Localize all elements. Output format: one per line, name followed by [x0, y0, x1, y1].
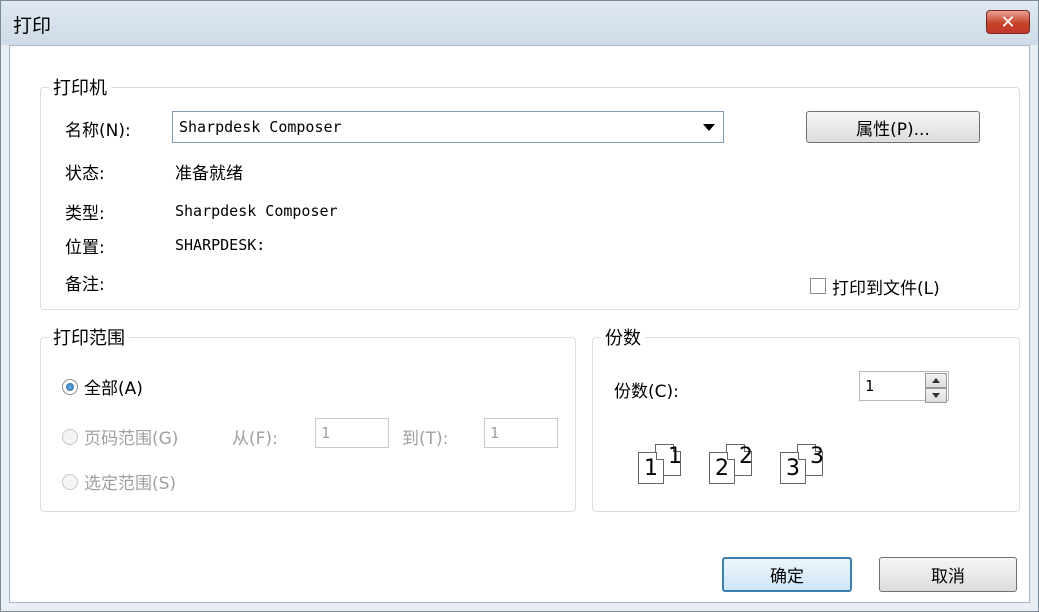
cancel-button-label: 取消: [931, 567, 965, 587]
selection-radio[interactable]: [62, 474, 78, 490]
to-page-input[interactable]: 1: [484, 418, 558, 448]
page-range-radio[interactable]: [62, 429, 78, 445]
from-page-value: 1: [321, 424, 331, 442]
title-bar[interactable]: 打印 ✕: [1, 1, 1038, 45]
collate-page-number: 1: [644, 456, 658, 481]
print-to-file-checkbox[interactable]: [810, 278, 826, 294]
copies-group-title: 份数: [605, 328, 641, 349]
to-page-value: 1: [490, 424, 500, 442]
print-range-group-title: 打印范围: [53, 328, 125, 349]
dialog-body: 打印机 名称(N): Sharpdesk Composer 属性(P)... 状…: [9, 45, 1030, 603]
to-label: 到(T):: [402, 429, 449, 449]
collate-page-number: 3: [810, 444, 824, 469]
collate-page-number: 2: [715, 456, 729, 481]
all-pages-label[interactable]: 全部(A): [84, 374, 143, 399]
printer-name-value: Sharpdesk Composer: [179, 118, 342, 136]
status-label: 状态:: [65, 164, 105, 184]
type-value: Sharpdesk Composer: [175, 202, 338, 220]
from-label: 从(F):: [232, 429, 278, 449]
printer-name-select[interactable]: Sharpdesk Composer: [172, 111, 724, 143]
copies-value: 1: [865, 377, 875, 395]
print-dialog: 打印 ✕ 打印机 名称(N): Sharpdesk Composer 属性(P)…: [0, 0, 1039, 612]
type-label: 类型:: [65, 204, 105, 224]
location-label: 位置:: [65, 238, 105, 258]
properties-button[interactable]: 属性(P)...: [806, 111, 980, 143]
properties-button-label: 属性(P)...: [856, 119, 930, 140]
location-value: SHARPDESK:: [175, 236, 266, 254]
spin-up-icon[interactable]: [925, 373, 947, 388]
window-title: 打印: [13, 15, 52, 37]
ok-button[interactable]: 确定: [722, 557, 852, 592]
printer-name-label: 名称(N):: [65, 121, 131, 141]
collate-page-number: 1: [668, 444, 682, 469]
print-to-file-label[interactable]: 打印到文件(L): [832, 274, 940, 299]
close-icon: ✕: [1000, 11, 1016, 33]
status-value: 准备就绪: [175, 164, 243, 184]
close-button[interactable]: ✕: [986, 10, 1030, 34]
from-page-input[interactable]: 1: [315, 418, 389, 448]
collate-page-number: 2: [739, 444, 753, 469]
all-pages-radio[interactable]: [62, 379, 78, 395]
spin-down-icon[interactable]: [925, 388, 947, 403]
ok-button-label: 确定: [770, 567, 804, 587]
collate-page-number: 3: [786, 456, 800, 481]
printer-group-title: 打印机: [53, 78, 107, 99]
cancel-button[interactable]: 取消: [879, 557, 1017, 592]
page-range-label[interactable]: 页码范围(G): [84, 424, 178, 449]
chevron-down-icon: [703, 124, 715, 131]
copies-label: 份数(C):: [614, 382, 679, 402]
comment-label: 备注:: [65, 275, 105, 295]
selection-label[interactable]: 选定范围(S): [84, 469, 176, 494]
